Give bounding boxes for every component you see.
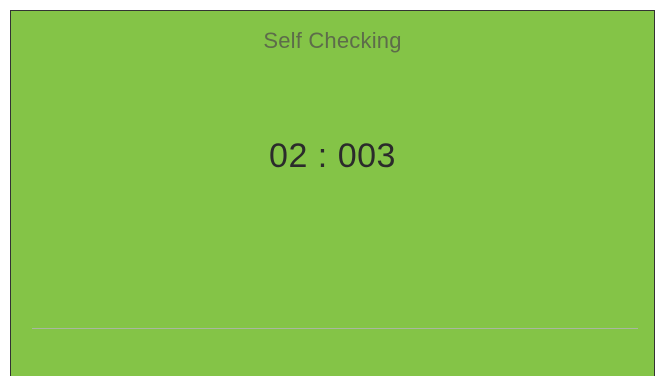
- self-check-panel: Self Checking 02 : 003: [10, 10, 655, 376]
- divider: [32, 328, 638, 329]
- timer-display: 02 : 003: [269, 137, 396, 175]
- screen-title: Self Checking: [263, 28, 402, 53]
